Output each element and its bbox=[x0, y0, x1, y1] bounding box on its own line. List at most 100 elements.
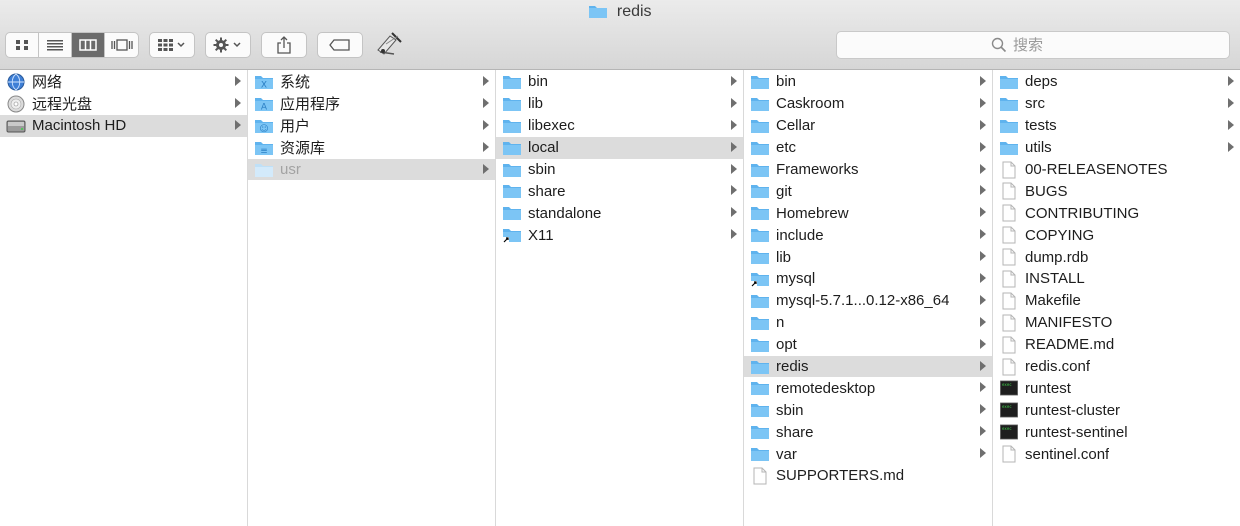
item-label: 00-RELEASENOTES bbox=[1025, 161, 1168, 178]
folder-icon bbox=[750, 446, 770, 463]
share-icon bbox=[277, 36, 291, 54]
file-item[interactable]: MANIFESTO bbox=[993, 312, 1240, 334]
item-label: 网络 bbox=[32, 74, 63, 92]
folder-item[interactable]: ≡ 资源库 bbox=[248, 137, 495, 159]
folder-item[interactable]: utils bbox=[993, 137, 1240, 159]
users-folder-icon: ☺ bbox=[254, 117, 274, 134]
gallery-view-button[interactable] bbox=[105, 33, 138, 57]
column-browser: 网络 远程光盘 Macintosh HD X 系统 A 应用程序 ☺ 用户 ≡ 资源库 usr bi… bbox=[0, 70, 1240, 526]
arrange-button[interactable] bbox=[149, 32, 195, 58]
gallery-view-icon bbox=[110, 39, 133, 51]
file-item[interactable]: redis.conf bbox=[993, 356, 1240, 378]
file-item[interactable]: BUGS bbox=[993, 180, 1240, 202]
folder-item[interactable]: lib bbox=[744, 246, 992, 268]
file-item[interactable]: exec runtest-sentinel bbox=[993, 421, 1240, 443]
file-item[interactable]: 00-RELEASENOTES bbox=[993, 159, 1240, 181]
folder-item[interactable]: etc bbox=[744, 137, 992, 159]
folder-item[interactable]: Macintosh HD bbox=[0, 114, 247, 137]
folder-item[interactable]: bin bbox=[496, 71, 743, 93]
column-view-button[interactable] bbox=[72, 33, 105, 57]
action-extension-button[interactable] bbox=[372, 28, 406, 62]
folder-item[interactable]: ☺ 用户 bbox=[248, 115, 495, 137]
folder-item[interactable]: lib bbox=[496, 93, 743, 115]
folder-item[interactable]: A 应用程序 bbox=[248, 93, 495, 115]
item-label: CONTRIBUTING bbox=[1025, 204, 1140, 222]
folder-item[interactable]: Homebrew bbox=[744, 202, 992, 224]
folder-item[interactable]: usr bbox=[248, 158, 495, 181]
folder-item[interactable]: mysql-5.7.1...0.12-x86_64 bbox=[744, 290, 992, 312]
folder-item[interactable]: X11 bbox=[496, 224, 743, 246]
column-5[interactable]: deps src tests utils 00-RELEASENOTES BUGS CONT… bbox=[993, 70, 1240, 526]
column-2[interactable]: X 系统 A 应用程序 ☺ 用户 ≡ 资源库 usr bbox=[248, 70, 496, 526]
folder-icon bbox=[502, 161, 522, 178]
list-view-icon bbox=[47, 40, 63, 51]
file-item[interactable]: exec runtest-cluster bbox=[993, 399, 1240, 421]
action-menu-button[interactable] bbox=[205, 32, 251, 58]
folder-icon bbox=[503, 207, 521, 221]
column-4[interactable]: bin Caskroom Cellar etc Frameworks git Homebre… bbox=[744, 70, 993, 526]
item-label: tests bbox=[1025, 117, 1057, 135]
svg-text:A: A bbox=[261, 102, 268, 112]
disclosure-arrow-icon bbox=[731, 163, 737, 174]
toolbar: redis bbox=[0, 0, 1240, 70]
column-3[interactable]: bin lib libexec local sbin share standalone X11 bbox=[496, 70, 744, 526]
folder-item[interactable]: standalone bbox=[496, 202, 743, 224]
folder-icon bbox=[750, 183, 770, 200]
tags-button[interactable] bbox=[317, 32, 363, 58]
folder-item[interactable]: sbin bbox=[496, 159, 743, 181]
terminal-exec-icon: exec bbox=[1000, 424, 1018, 440]
share-button[interactable] bbox=[261, 32, 307, 58]
file-item[interactable]: INSTALL bbox=[993, 268, 1240, 290]
search-field[interactable] bbox=[836, 31, 1230, 59]
folder-item[interactable]: local bbox=[496, 136, 743, 159]
folder-item[interactable]: include bbox=[744, 224, 992, 246]
svg-text:exec: exec bbox=[1002, 404, 1012, 409]
column-1[interactable]: 网络 远程光盘 Macintosh HD bbox=[0, 70, 248, 526]
disclosure-arrow-icon bbox=[980, 229, 986, 240]
folder-icon bbox=[751, 75, 769, 89]
folder-item[interactable]: Cellar bbox=[744, 115, 992, 137]
list-view-button[interactable] bbox=[39, 33, 72, 57]
file-item[interactable]: CONTRIBUTING bbox=[993, 202, 1240, 224]
file-item[interactable]: sentinel.conf bbox=[993, 443, 1240, 465]
file-item[interactable]: dump.rdb bbox=[993, 246, 1240, 268]
folder-item[interactable]: tests bbox=[993, 115, 1240, 137]
folder-alias-icon bbox=[750, 270, 770, 287]
folder-item[interactable]: bin bbox=[744, 71, 992, 93]
folder-item[interactable]: Frameworks bbox=[744, 159, 992, 181]
folder-item[interactable]: mysql bbox=[744, 268, 992, 290]
folder-item[interactable]: sbin bbox=[744, 399, 992, 421]
folder-item[interactable]: share bbox=[744, 421, 992, 443]
folder-item[interactable]: var bbox=[744, 443, 992, 465]
folder-item[interactable]: src bbox=[993, 93, 1240, 115]
folder-item[interactable]: Caskroom bbox=[744, 93, 992, 115]
folder-item[interactable]: remotedesktop bbox=[744, 377, 992, 399]
file-item[interactable]: SUPPORTERS.md bbox=[744, 465, 992, 487]
folder-item[interactable]: git bbox=[744, 180, 992, 202]
folder-item[interactable]: X 系统 bbox=[248, 71, 495, 93]
folder-item[interactable]: libexec bbox=[496, 115, 743, 137]
item-label: include bbox=[776, 226, 824, 244]
folder-item[interactable]: n bbox=[744, 312, 992, 334]
file-item[interactable]: README.md bbox=[993, 334, 1240, 356]
view-mode-segmented-control[interactable] bbox=[5, 32, 139, 58]
folder-item[interactable]: 网络 bbox=[0, 71, 247, 93]
icon-view-button[interactable] bbox=[6, 33, 39, 57]
icon-view-icon bbox=[16, 40, 28, 50]
folder-item[interactable]: opt bbox=[744, 334, 992, 356]
search-input[interactable] bbox=[1011, 35, 1075, 55]
item-label: mysql bbox=[776, 270, 816, 288]
folder-item[interactable]: 远程光盘 bbox=[0, 93, 247, 115]
file-item[interactable]: COPYING bbox=[993, 224, 1240, 246]
terminal-exec-icon: exec bbox=[999, 424, 1019, 441]
folder-icon bbox=[999, 117, 1019, 134]
file-item[interactable]: exec runtest bbox=[993, 377, 1240, 399]
folder-alias-icon bbox=[503, 229, 521, 244]
file-item[interactable]: Makefile bbox=[993, 290, 1240, 312]
folder-item[interactable]: deps bbox=[993, 71, 1240, 93]
document-icon bbox=[999, 314, 1019, 332]
item-label: lib bbox=[528, 95, 544, 113]
folder-icon bbox=[751, 97, 769, 111]
folder-item[interactable]: redis bbox=[744, 355, 992, 378]
folder-item[interactable]: share bbox=[496, 180, 743, 202]
